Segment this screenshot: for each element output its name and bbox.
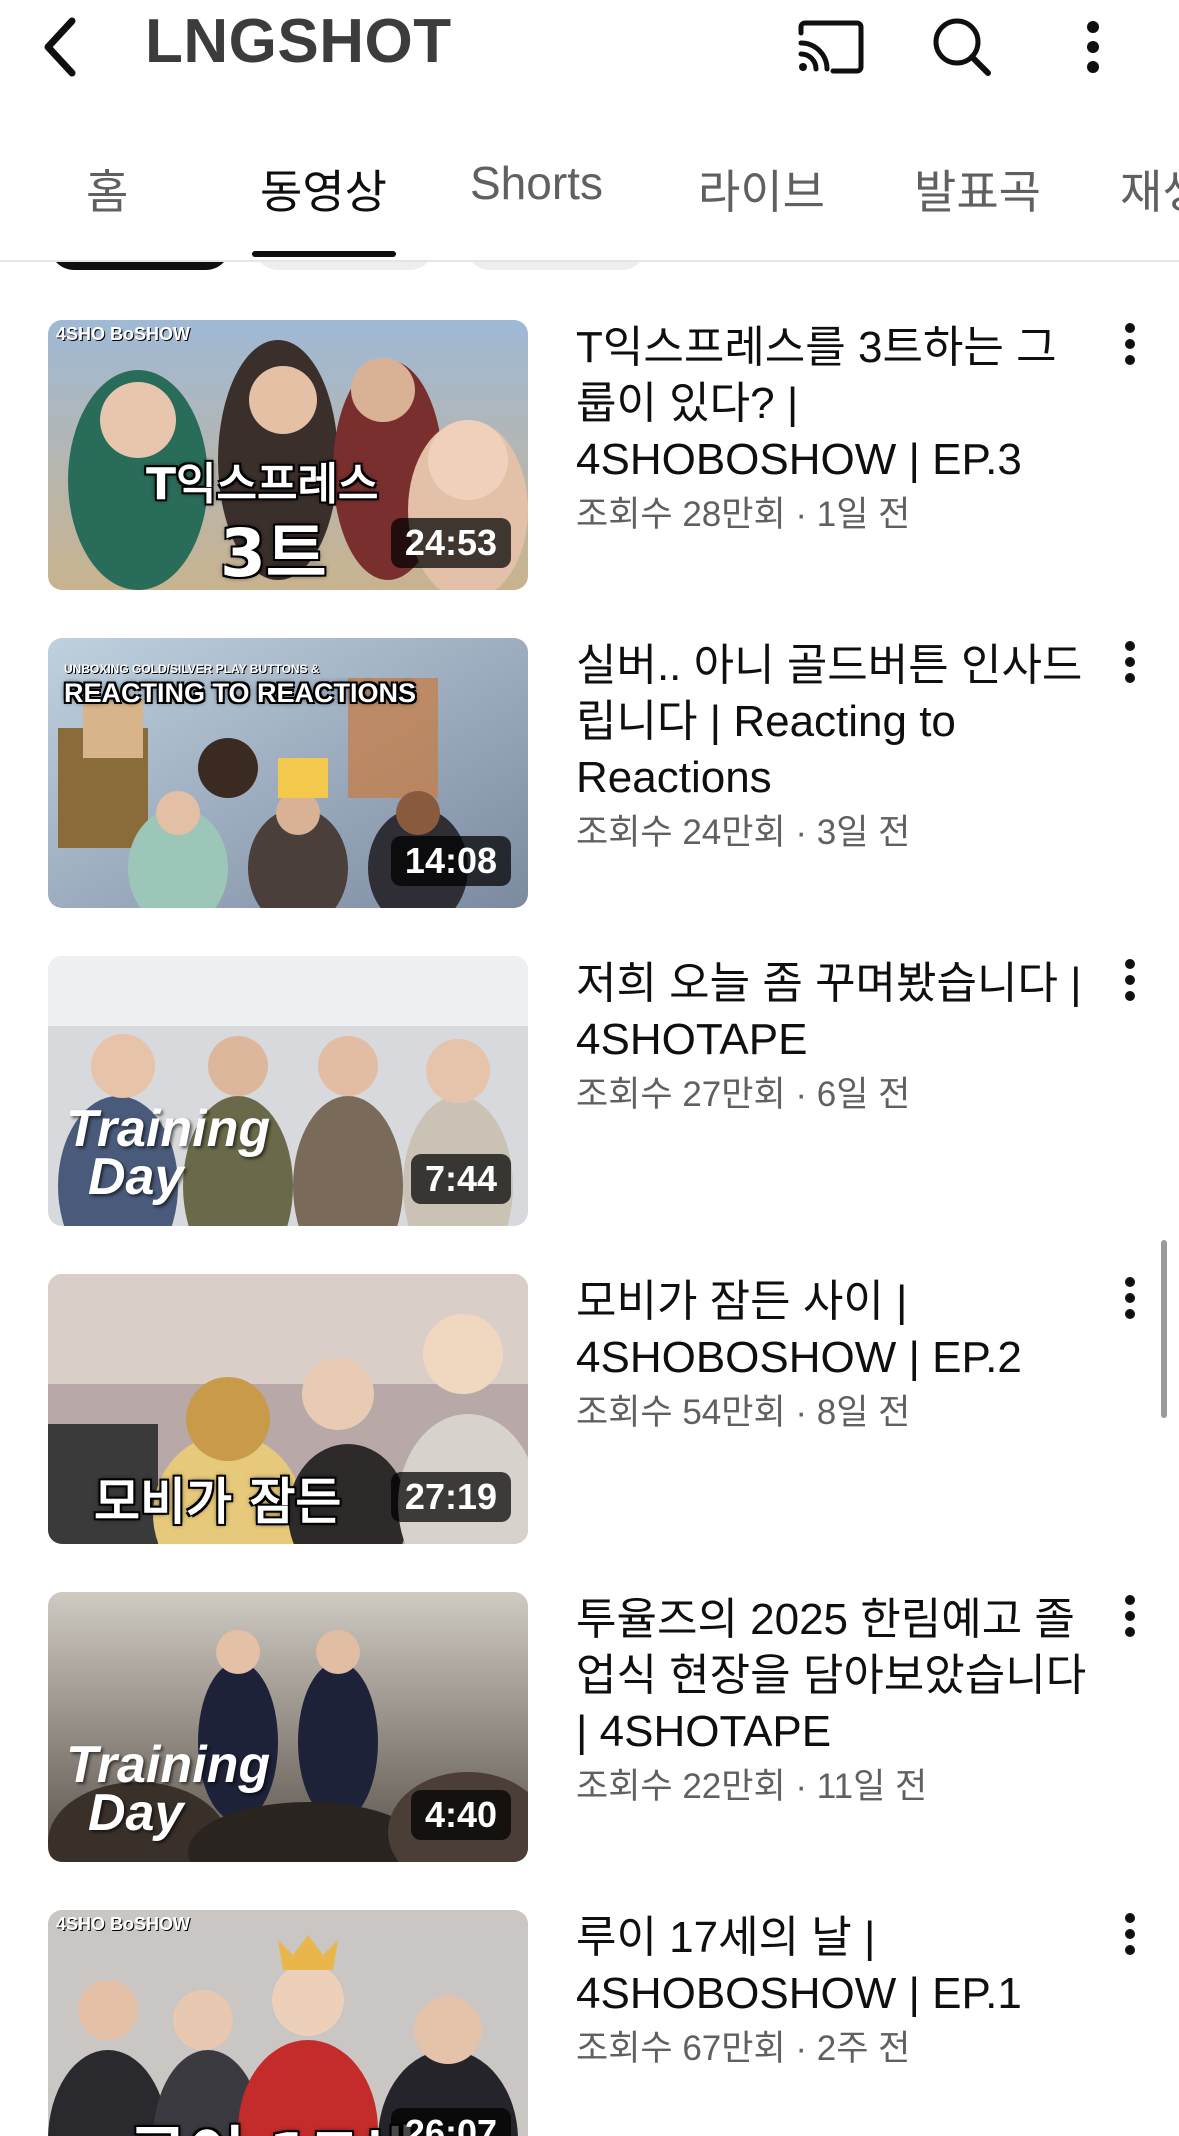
channel-logo-overlay: 4SHO BoSHOW [56,324,191,344]
thumbnail-caption: REACTING TO REACTIONS [64,678,417,708]
back-arrow-icon [44,17,76,77]
cast-icon [798,20,864,74]
video-info[interactable]: 저희 오늘 좀 꾸며봤습니다 | 4SHOTAPE 조회수 27만회 · 6일 … [576,956,1096,1117]
scrollbar[interactable] [1161,1240,1167,1418]
thumbnail-caption: UNBOXING GOLD/SILVER PLAY BUTTONS & [64,662,320,676]
video-title[interactable]: 저희 오늘 좀 꾸며봤습니다 | 4SHOTAPE [576,956,1096,1068]
video-duration: 24:53 [390,518,511,568]
video-info[interactable]: 모비가 잠든 사이 | 4SHOBOSHOW | EP.2 조회수 54만회 ·… [576,1274,1096,1435]
video-title[interactable]: 실버.. 아니 골드버튼 인사드립니다 | Reacting to Reacti… [576,638,1096,806]
filter-chip[interactable] [466,262,646,270]
video-menu-button[interactable] [1112,1592,1148,1664]
video-item[interactable]: Training Day 4:40 투율즈의 2025 한림예고 졸업식 현장을… [0,1592,1179,1872]
video-item[interactable]: 4SHO BoSHOW T익스프레스 3트 24:53 T익스프레스를 3트하는… [0,320,1179,600]
thumbnail-caption: Training [66,1736,271,1794]
more-vert-icon [1125,323,1135,365]
video-title[interactable]: T익스프레스를 3트하는 그룹이 있다? | 4SHOBOSHOW | EP.3 [576,320,1096,488]
video-menu-button[interactable] [1112,1910,1148,1982]
more-vert-icon [1125,1913,1135,1955]
search-button[interactable] [922,12,1002,82]
thumbnail-caption: Day [88,1784,184,1842]
more-options-button[interactable] [1068,12,1118,82]
more-vert-icon [1125,641,1135,683]
video-meta: 조회수 22만회 · 11일 전 [576,1767,928,1806]
video-info[interactable]: 루이 17세의 날 | 4SHOBOSHOW | EP.1 조회수 67만회 ·… [576,1910,1096,2071]
video-duration: 7:44 [410,1154,511,1204]
video-duration: 4:40 [410,1790,511,1840]
video-meta: 조회수 24만회 · 3일 전 [576,813,911,852]
channel-tabs: 홈 동영상 Shorts 라이브 발표곡 재생 [0,132,1179,262]
video-thumbnail[interactable]: 모비가 잠든 27:19 [48,1274,528,1544]
more-vert-icon [1087,21,1099,73]
back-button[interactable] [30,12,90,82]
video-duration: 14:08 [390,836,511,886]
video-meta: 조회수 28만회 · 1일 전 [576,495,911,534]
tab-home[interactable]: 홈 [86,156,128,222]
filter-chip[interactable] [254,262,434,270]
more-vert-icon [1125,1595,1135,1637]
tab-playlists[interactable]: 재생 [1120,156,1179,222]
video-title[interactable]: 투율즈의 2025 한림예고 졸업식 현장을 담아보았습니다 | 4SHOTAP… [576,1592,1096,1760]
thumbnail-caption: 모비가 잠든 [94,1473,342,1531]
video-thumbnail[interactable]: 4SHO BoSHOW T익스프레스 3트 24:53 [48,320,528,590]
tab-videos[interactable]: 동영상 [260,156,387,222]
app-header: LNGSHOT [0,0,1179,95]
video-meta: 조회수 67만회 · 2주 전 [576,2029,911,2068]
more-vert-icon [1125,1277,1135,1319]
channel-title: LNGSHOT [145,7,452,76]
tab-live[interactable]: 라이브 [698,156,825,222]
search-icon [933,18,991,76]
video-meta: 조회수 27만회 · 6일 전 [576,1075,911,1114]
video-thumbnail[interactable]: Training Day 7:44 [48,956,528,1226]
channel-logo-overlay: 4SHO BoSHOW [56,1914,191,1934]
thumbnail-image [48,1910,528,2136]
tab-shorts[interactable]: Shorts [470,156,603,210]
tab-releases[interactable]: 발표곡 [914,156,1041,222]
video-item[interactable]: Training Day 7:44 저희 오늘 좀 꾸며봤습니다 | 4SHOT… [0,956,1179,1236]
thumbnail-caption: 3트 [220,515,327,590]
video-info[interactable]: 투율즈의 2025 한림예고 졸업식 현장을 담아보았습니다 | 4SHOTAP… [576,1592,1096,1809]
video-menu-button[interactable] [1112,956,1148,1028]
video-duration: 27:19 [390,1472,511,1522]
video-menu-button[interactable] [1112,638,1148,710]
video-menu-button[interactable] [1112,320,1148,392]
video-duration: 26:07 [390,2108,511,2136]
video-info[interactable]: T익스프레스를 3트하는 그룹이 있다? | 4SHOBOSHOW | EP.3… [576,320,1096,537]
video-item[interactable]: 모비가 잠든 27:19 모비가 잠든 사이 | 4SHOBOSHOW | EP… [0,1274,1179,1554]
video-title[interactable]: 모비가 잠든 사이 | 4SHOBOSHOW | EP.2 [576,1274,1096,1386]
more-vert-icon [1125,959,1135,1001]
video-menu-button[interactable] [1112,1274,1148,1346]
video-title[interactable]: 루이 17세의 날 | 4SHOBOSHOW | EP.1 [576,1910,1096,2022]
video-thumbnail[interactable]: UNBOXING GOLD/SILVER PLAY BUTTONS & REAC… [48,638,528,908]
video-meta: 조회수 54만회 · 8일 전 [576,1393,911,1432]
thumbnail-caption: Training [66,1100,271,1158]
thumbnail-caption: Day [88,1148,184,1206]
video-item[interactable]: 4SHO BoSHOW 루이 17세 26:07 루이 17세의 날 | 4SH… [0,1910,1179,2136]
video-info[interactable]: 실버.. 아니 골드버튼 인사드립니다 | Reacting to Reacti… [576,638,1096,855]
thumbnail-caption: 루이 17세 [128,2106,416,2136]
video-thumbnail[interactable]: Training Day 4:40 [48,1592,528,1862]
cast-button[interactable] [790,12,870,82]
filter-chip-selected[interactable] [50,262,230,270]
video-thumbnail[interactable]: 4SHO BoSHOW 루이 17세 26:07 [48,1910,528,2136]
video-item[interactable]: UNBOXING GOLD/SILVER PLAY BUTTONS & REAC… [0,638,1179,918]
active-tab-indicator [252,251,396,257]
filter-chips [0,262,1179,272]
